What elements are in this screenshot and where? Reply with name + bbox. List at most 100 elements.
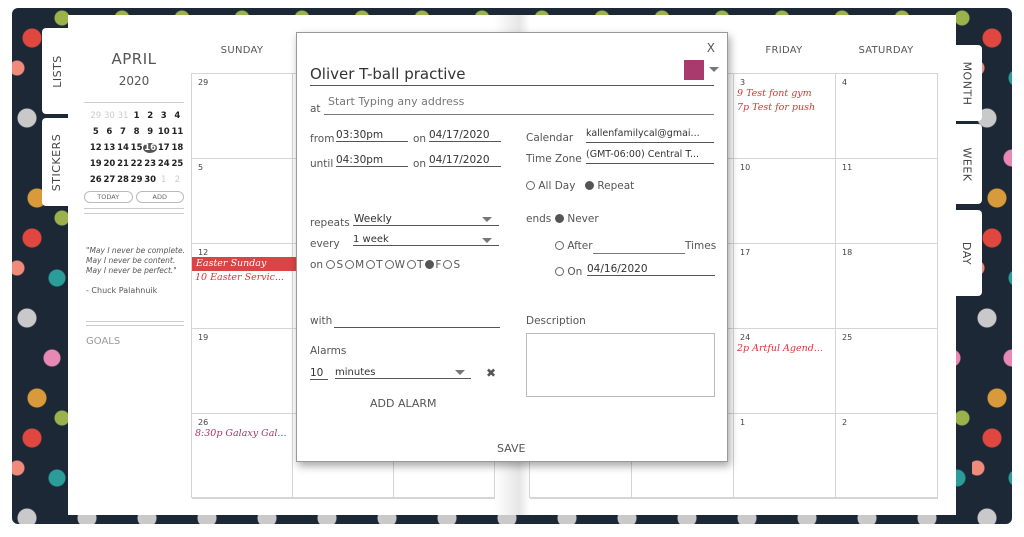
from-time-input[interactable]: 03:30pm bbox=[336, 129, 408, 142]
mini-calendar-day[interactable]: 5 bbox=[89, 127, 103, 137]
mini-calendar-day[interactable]: 19 bbox=[89, 159, 103, 169]
mini-calendar-day[interactable]: 1 bbox=[130, 111, 144, 121]
mini-calendar-day[interactable]: 17 bbox=[157, 143, 171, 153]
mini-calendar-day[interactable]: 30 bbox=[143, 175, 157, 185]
mini-calendar-day[interactable]: 13 bbox=[103, 143, 117, 153]
timezone-select[interactable]: (GMT-06:00) Central T... bbox=[586, 149, 714, 164]
calendar-event[interactable]: 8:30p Galaxy Gal... bbox=[195, 427, 292, 441]
mini-calendar-day[interactable]: 8 bbox=[130, 127, 144, 137]
until-date-input[interactable]: 04/17/2020 bbox=[429, 154, 501, 167]
calendar-event[interactable]: 9 Test font gym bbox=[737, 87, 835, 101]
mini-calendar-day[interactable]: 24 bbox=[157, 159, 171, 169]
mini-calendar-day[interactable]: 30 bbox=[103, 111, 117, 121]
day-cell[interactable]: 1 bbox=[734, 414, 836, 499]
mini-calendar-day[interactable]: 1 bbox=[157, 175, 171, 185]
calendar-event[interactable]: 7p Test for push bbox=[737, 101, 835, 115]
mini-calendar-day[interactable]: 9 bbox=[143, 127, 157, 137]
description-textarea[interactable] bbox=[526, 333, 715, 397]
event-title-input[interactable]: Oliver T-ball practive bbox=[310, 65, 714, 86]
quote-author: - Chuck Palahnuik bbox=[86, 286, 158, 295]
mini-calendar-day[interactable]: 15 bbox=[130, 143, 144, 153]
with-input[interactable] bbox=[334, 313, 500, 328]
weekday-radio[interactable] bbox=[425, 260, 435, 269]
ends-label: ends bbox=[526, 213, 552, 225]
day-number: 2 bbox=[842, 418, 848, 427]
mini-calendar-day[interactable]: 29 bbox=[89, 111, 103, 121]
repeats-select[interactable]: Weekly bbox=[353, 213, 499, 226]
tab-week[interactable]: WEEK bbox=[952, 124, 982, 204]
day-cell[interactable]: 29 bbox=[192, 74, 293, 159]
mini-calendar-day[interactable]: 11 bbox=[171, 127, 185, 137]
day-cell[interactable]: 25 bbox=[836, 329, 938, 414]
mini-calendar-day[interactable]: 4 bbox=[171, 111, 185, 121]
mini-calendar-day[interactable]: 14 bbox=[116, 143, 130, 153]
mini-calendar-day[interactable]: 25 bbox=[171, 159, 185, 169]
from-date-input[interactable]: 04/17/2020 bbox=[429, 129, 501, 142]
mini-calendar-day[interactable]: 27 bbox=[103, 175, 117, 185]
address-input[interactable]: Start Typing any address bbox=[324, 95, 714, 115]
mini-calendar-day[interactable]: 18 bbox=[171, 143, 185, 153]
mini-calendar-day[interactable]: 6 bbox=[103, 127, 117, 137]
weekday-picker: on SMTWTFS bbox=[310, 259, 461, 271]
day-cell[interactable]: 18 bbox=[836, 244, 938, 329]
add-button[interactable]: ADD bbox=[135, 191, 184, 203]
mini-calendar-day[interactable]: 29 bbox=[130, 175, 144, 185]
mini-calendar-day[interactable]: 22 bbox=[130, 159, 144, 169]
day-cell[interactable]: 10 bbox=[734, 159, 836, 244]
save-button[interactable]: SAVE bbox=[497, 442, 525, 455]
day-cell[interactable]: 39 Test font gym 7p Test for push bbox=[734, 74, 836, 159]
ends-on-radio[interactable]: On bbox=[555, 266, 582, 278]
ends-after-radio[interactable]: After bbox=[555, 240, 593, 252]
mini-calendar-day[interactable]: 26 bbox=[89, 175, 103, 185]
allday-radio[interactable]: All Day bbox=[526, 180, 575, 192]
mini-calendar-day[interactable]: 20 bbox=[103, 159, 117, 169]
add-alarm-button[interactable]: ADD ALARM bbox=[370, 397, 437, 410]
close-button[interactable]: X bbox=[707, 41, 715, 55]
end-date-input[interactable]: 04/16/2020 bbox=[587, 263, 715, 276]
weekday-radio[interactable] bbox=[443, 260, 453, 269]
mini-calendar-day[interactable]: 16 bbox=[143, 143, 157, 153]
mini-calendar-day[interactable]: 12 bbox=[89, 143, 103, 153]
tab-day[interactable]: DAY bbox=[952, 210, 982, 296]
weekday-radio[interactable] bbox=[326, 260, 336, 269]
day-cell[interactable]: 12 Easter Sunday 10 Easter Servic... bbox=[192, 244, 296, 329]
color-swatch[interactable] bbox=[684, 60, 704, 80]
calendar-event[interactable]: 2p Artful Agend... bbox=[737, 342, 835, 356]
mini-calendar-day[interactable]: 3 bbox=[157, 111, 171, 121]
day-cell[interactable]: 5 bbox=[192, 159, 293, 244]
after-times-input[interactable] bbox=[593, 241, 685, 254]
mini-calendar-day[interactable]: 21 bbox=[116, 159, 130, 169]
mini-calendar-day[interactable]: 2 bbox=[171, 175, 185, 185]
day-cell[interactable]: 2 bbox=[836, 414, 938, 499]
day-cell[interactable]: 19 bbox=[192, 329, 293, 414]
mini-calendar-day[interactable]: 31 bbox=[116, 111, 130, 121]
day-cell[interactable]: 24 2p Artful Agend... bbox=[734, 329, 836, 414]
today-button[interactable]: TODAY bbox=[84, 191, 133, 203]
mini-calendar-day[interactable]: 2 bbox=[143, 111, 157, 121]
mini-calendar-day[interactable]: 28 bbox=[116, 175, 130, 185]
mini-calendar-day[interactable]: 7 bbox=[116, 127, 130, 137]
repeat-radio[interactable]: Repeat bbox=[585, 180, 634, 192]
alarm-unit-select[interactable]: minutes bbox=[335, 367, 471, 379]
alarm-value-input[interactable]: 10 bbox=[310, 367, 328, 380]
mini-calendar-day[interactable]: 23 bbox=[143, 159, 157, 169]
chevron-down-icon bbox=[482, 238, 492, 243]
calendar-select[interactable]: kallenfamilycal@gmai... bbox=[586, 128, 714, 143]
day-cell[interactable]: 4 bbox=[836, 74, 938, 159]
weekday-radio[interactable] bbox=[366, 260, 376, 269]
weekday-radio[interactable] bbox=[384, 260, 394, 269]
color-dropdown-icon[interactable] bbox=[709, 67, 719, 72]
weekday-radio[interactable] bbox=[406, 260, 416, 269]
mini-calendar-day[interactable]: 10 bbox=[157, 127, 171, 137]
until-time-input[interactable]: 04:30pm bbox=[336, 154, 408, 167]
remove-alarm-icon[interactable]: ✖ bbox=[486, 366, 496, 380]
tab-month[interactable]: MONTH bbox=[952, 45, 982, 121]
every-select[interactable]: 1 week bbox=[353, 234, 499, 246]
ends-never-radio[interactable]: Never bbox=[555, 213, 599, 225]
day-cell[interactable]: 26 8:30p Galaxy Gal... bbox=[192, 414, 293, 499]
day-cell[interactable]: 11 bbox=[836, 159, 938, 244]
weekday-radio[interactable] bbox=[345, 260, 355, 269]
day-cell[interactable]: 17 bbox=[734, 244, 836, 329]
calendar-event[interactable]: 10 Easter Servic... bbox=[195, 271, 292, 285]
calendar-event[interactable]: Easter Sunday bbox=[192, 257, 296, 271]
